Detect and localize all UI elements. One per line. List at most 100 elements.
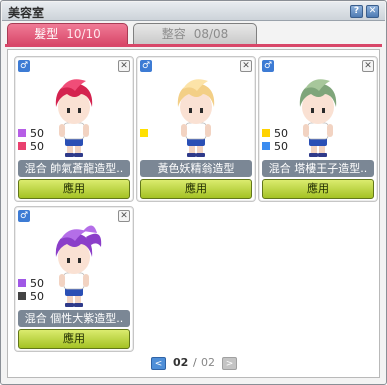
close-icon: ✕ <box>364 61 372 71</box>
character-eye <box>67 108 70 113</box>
stat-value: 50 <box>30 140 44 153</box>
stat-row: 50 <box>18 140 44 153</box>
character-shirt <box>307 122 329 140</box>
color-swatch <box>262 129 270 137</box>
chevron-left-icon: < <box>154 359 163 369</box>
apply-button[interactable]: 應用 <box>262 179 374 199</box>
character-hair-spike <box>83 225 97 233</box>
remove-button[interactable]: ✕ <box>240 60 252 72</box>
tab-face[interactable]: 整容 08/08 <box>133 23 257 45</box>
stat-row: 50 <box>18 277 44 290</box>
stat-value: 50 <box>30 290 44 303</box>
character-preview <box>177 79 215 157</box>
title-bar[interactable]: 美容室 ? ✕ <box>2 2 385 21</box>
stat-value: 50 <box>274 127 288 140</box>
page-separator: / <box>193 356 197 369</box>
color-swatch <box>18 279 26 287</box>
character-shoe <box>196 153 205 157</box>
stat-row <box>140 127 152 140</box>
style-name: 混合 帥氣蒼龍造型.. <box>18 160 130 177</box>
tab-hair-label: 髮型 <box>34 27 59 41</box>
apply-button[interactable]: 應用 <box>18 179 130 199</box>
window-title: 美容室 <box>8 6 45 20</box>
tab-underline <box>5 44 382 47</box>
apply-button[interactable]: 應用 <box>18 329 130 349</box>
color-swatch <box>18 129 26 137</box>
stat-value: 50 <box>30 127 44 140</box>
pagination: < 02 / 02 > <box>151 356 241 372</box>
character-shirt <box>185 122 207 140</box>
close-icon: ✕ <box>242 61 250 71</box>
character-eye <box>78 108 81 113</box>
tab-face-count: 08/08 <box>193 27 229 41</box>
help-icon: ? <box>353 6 360 16</box>
character-eye <box>78 258 81 263</box>
remove-button[interactable]: ✕ <box>362 60 374 72</box>
beauty-salon-window: 美容室 ? ✕ 髮型 10/10 整容 08/08 ♂ ✕ 50 50 混合 帥氣蒼龍… <box>0 0 387 385</box>
chevron-right-icon: > <box>225 359 234 369</box>
character-arm <box>181 124 187 137</box>
male-icon: ♂ <box>18 210 30 222</box>
color-swatch <box>18 142 26 150</box>
character-shoe <box>74 153 83 157</box>
stat-value: 50 <box>30 277 44 290</box>
character-eye <box>189 108 192 113</box>
male-icon: ♂ <box>262 60 274 72</box>
next-page-button[interactable]: > <box>222 357 237 370</box>
remove-button[interactable]: ✕ <box>118 210 130 222</box>
character-arm <box>83 274 89 287</box>
stat-row: 50 <box>18 290 44 303</box>
character-shirt <box>63 272 85 290</box>
tab-hair-count: 10/10 <box>66 27 101 41</box>
stat-row: 50 <box>262 140 288 153</box>
style-grid-panel: ♂ ✕ 50 50 混合 帥氣蒼龍造型.. 應用 ♂ ✕ 黃色妖精翁造型 應用 ♂… <box>7 49 380 378</box>
character-arm <box>303 124 309 137</box>
remove-button[interactable]: ✕ <box>118 60 130 72</box>
close-icon: ✕ <box>120 211 128 221</box>
character-arm <box>327 124 333 137</box>
tab-bar: 髮型 10/10 整容 08/08 <box>5 23 382 45</box>
character-arm <box>83 124 89 137</box>
style-name: 黃色妖精翁造型 <box>140 160 252 177</box>
stat-row: 50 <box>262 127 288 140</box>
character-shoe <box>65 303 74 307</box>
close-icon: ✕ <box>368 6 377 16</box>
character-arm <box>59 124 65 137</box>
close-button[interactable]: ✕ <box>366 5 379 18</box>
character-shoe <box>65 153 74 157</box>
character-eye <box>67 258 70 263</box>
total-pages: 02 <box>201 356 215 369</box>
male-icon: ♂ <box>18 60 30 72</box>
stat-list: 50 50 <box>18 277 44 303</box>
character-shoe <box>309 153 318 157</box>
character-eye <box>322 108 325 113</box>
character-shoe <box>74 303 83 307</box>
style-card[interactable]: ♂ ✕ 50 50 混合 帥氣蒼龍造型.. 應用 <box>14 56 134 202</box>
tab-face-label: 整容 <box>161 27 186 41</box>
apply-button[interactable]: 應用 <box>140 179 252 199</box>
character-shoe <box>187 153 196 157</box>
character-arm <box>59 274 65 287</box>
color-swatch <box>140 129 148 137</box>
help-button[interactable]: ? <box>350 5 363 18</box>
style-name: 混合 塔樓王子造型.. <box>262 160 374 177</box>
stat-row: 50 <box>18 127 44 140</box>
style-card[interactable]: ♂ ✕ 黃色妖精翁造型 應用 <box>136 56 256 202</box>
tab-hair[interactable]: 髮型 10/10 <box>7 23 128 45</box>
character-shirt <box>63 122 85 140</box>
character-eye <box>311 108 314 113</box>
color-swatch <box>18 292 26 300</box>
close-icon: ✕ <box>120 61 128 71</box>
style-name: 混合 個性大紫造型.. <box>18 310 130 327</box>
stat-list: 50 50 <box>262 127 288 153</box>
stat-list <box>140 127 152 140</box>
character-arm <box>205 124 211 137</box>
current-page: 02 <box>173 356 189 369</box>
prev-page-button[interactable]: < <box>151 357 166 370</box>
style-card[interactable]: ♂ ✕ 50 50 混合 塔樓王子造型.. 應用 <box>258 56 378 202</box>
male-icon: ♂ <box>140 60 152 72</box>
stat-value: 50 <box>274 140 288 153</box>
color-swatch <box>262 142 270 150</box>
stat-list: 50 50 <box>18 127 44 153</box>
style-card[interactable]: ♂ ✕ 50 50 混合 個性大紫造型.. 應用 <box>14 206 134 352</box>
